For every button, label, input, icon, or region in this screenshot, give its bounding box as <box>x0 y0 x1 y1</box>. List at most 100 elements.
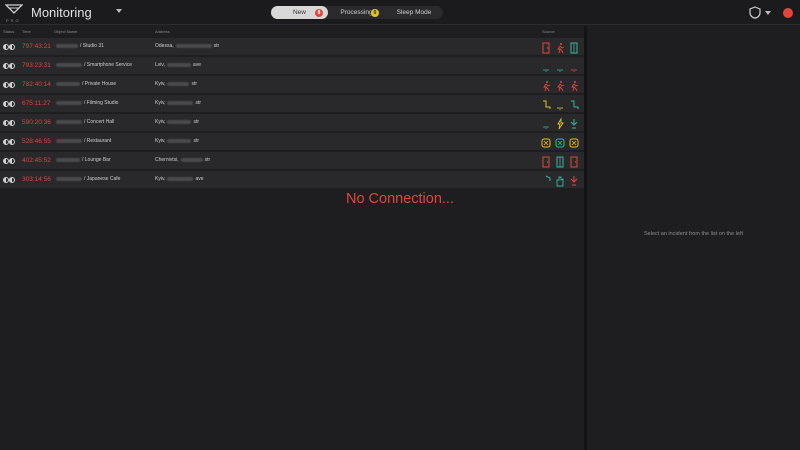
object-name: / Studio 31 <box>54 43 104 49</box>
chevron-down-icon[interactable] <box>116 9 122 13</box>
smoke-icon <box>555 60 565 72</box>
table-row[interactable]: 793:23:31 / Smartphone Service Lviv, ave <box>0 57 585 75</box>
object-name: / Japanese Cafe <box>54 176 120 182</box>
redacted-object-id <box>56 157 80 162</box>
address-city: Kyiv, <box>155 81 166 87</box>
tamper-icon <box>569 117 579 129</box>
address-suffix: str <box>193 138 200 144</box>
incident-time: 402:45:52 <box>22 157 51 164</box>
object-name: / Private House <box>54 81 116 87</box>
redacted-object-id <box>56 176 82 181</box>
no-connection-message: No Connection... <box>345 191 454 207</box>
address: Kyiv, ave <box>155 176 204 182</box>
incident-time: 797:43:21 <box>22 43 51 50</box>
object-name-text: / Concert Hall <box>84 119 115 125</box>
column-object-name[interactable]: Object Name <box>54 29 77 34</box>
chevron-down-icon[interactable] <box>765 11 771 15</box>
incident-detail-panel: Select an incident from the list on the … <box>587 26 800 450</box>
object-name: / Filming Studio <box>54 100 118 106</box>
glass-icon <box>555 136 565 148</box>
status-icon <box>3 63 17 69</box>
tab-new-label: New <box>292 9 306 16</box>
status-icon <box>3 82 17 88</box>
window-icon <box>555 155 565 168</box>
object-name-text: / Japanese Cafe <box>84 176 121 182</box>
tab-new[interactable]: New 8 <box>271 6 328 19</box>
redacted-object-id <box>56 81 80 86</box>
redacted-street <box>175 43 212 48</box>
glass-icon <box>541 136 551 148</box>
object-name: / Restaurant <box>54 138 111 144</box>
address-city: Odessa, <box>155 43 174 49</box>
incident-time: 793:23:31 <box>22 62 51 69</box>
mode-tabs: New 8 Processing 0 Sleep Mode <box>271 6 443 19</box>
address-suffix: str <box>204 157 211 163</box>
address-city: Kyiv, <box>155 119 166 125</box>
column-address[interactable]: Address <box>155 29 170 34</box>
address-city: Kyiv, <box>155 138 166 144</box>
redacted-street <box>167 100 194 105</box>
object-name: / Concert Hall <box>54 119 114 125</box>
door-icon <box>541 155 551 168</box>
column-time[interactable]: Time <box>22 29 31 34</box>
redacted-object-id <box>56 43 78 48</box>
column-status[interactable]: Status <box>3 29 14 34</box>
table-row[interactable]: 675:11:27 / Filming Studio Kyiv, str <box>0 95 585 113</box>
window-icon <box>569 41 579 54</box>
logo-text: PRO <box>6 18 21 23</box>
address: Kyiv, str <box>155 138 199 144</box>
table-row[interactable]: 528:46:55 / Restaurant Kyiv, str <box>0 133 585 151</box>
object-name-text: / Filming Studio <box>84 100 119 106</box>
empty-detail-hint: Select an incident from the list on the … <box>643 231 744 237</box>
address-suffix: str <box>213 43 220 49</box>
door-icon <box>569 155 579 168</box>
glass-icon <box>569 136 579 148</box>
address: Kyiv, str <box>155 81 197 87</box>
new-count-badge: 8 <box>315 8 323 17</box>
motion-icon <box>569 79 579 92</box>
tab-processing-label: Processing <box>340 9 373 16</box>
redacted-object-id <box>56 119 82 124</box>
redacted-object-id <box>56 138 82 143</box>
redacted-street <box>167 138 192 143</box>
address-city: Chernivtsi, <box>155 157 179 163</box>
address-city: Kyiv, <box>155 176 166 182</box>
status-icon <box>3 44 17 50</box>
incident-time: 590:20:36 <box>22 119 51 126</box>
object-name-text: / Restaurant <box>84 138 112 144</box>
incident-list-panel: Status Time Object Name Address Source 7… <box>0 26 585 450</box>
top-bar: PRO Monitoring New 8 Processing 0 Sleep … <box>0 0 800 25</box>
smoke-icon <box>541 117 551 129</box>
address: Lviv, ave <box>155 62 201 68</box>
table-row[interactable]: 590:20:36 / Concert Hall Kyiv, str <box>0 114 585 132</box>
address-city: Lviv, <box>155 62 165 68</box>
object-name-text: / Lounge Bar <box>82 157 111 163</box>
address: Kyiv, str <box>155 119 199 125</box>
redacted-street <box>167 176 194 181</box>
object-name-text: / Private House <box>82 81 117 87</box>
leak-icon <box>569 98 579 110</box>
incident-time: 303:14:56 <box>22 176 51 183</box>
tab-processing[interactable]: Processing 0 <box>328 6 385 19</box>
shield-icon[interactable] <box>749 6 761 19</box>
app-title[interactable]: Monitoring <box>31 5 92 20</box>
table-row[interactable]: 303:14:56 / Japanese Cafe Kyiv, ave <box>0 171 585 189</box>
table-row[interactable]: 797:43:21 / Studio 31 Odessa, str <box>0 38 585 56</box>
redacted-object-id <box>56 62 82 67</box>
table-header: Status Time Object Name Address Source <box>0 26 585 37</box>
object-name-text: / Smartphone Service <box>84 62 133 68</box>
redacted-street <box>167 119 192 124</box>
address: Odessa, str <box>155 43 219 49</box>
tab-sleep-mode[interactable]: Sleep Mode <box>385 6 443 19</box>
table-row[interactable]: 402:45:52 / Lounge Bar Chernivtsi, str <box>0 152 585 170</box>
connection-status-indicator[interactable] <box>783 8 793 18</box>
motion-icon <box>555 41 565 54</box>
address: Chernivtsi, str <box>155 157 210 163</box>
hand-icon <box>555 174 565 187</box>
bolt-icon <box>555 117 565 130</box>
status-icon <box>3 177 17 183</box>
address-suffix: ave <box>195 176 204 182</box>
incident-time: 528:46:55 <box>22 138 51 145</box>
table-row[interactable]: 782:40:14 / Private House Kyiv, str <box>0 76 585 94</box>
column-source[interactable]: Source <box>542 29 555 34</box>
